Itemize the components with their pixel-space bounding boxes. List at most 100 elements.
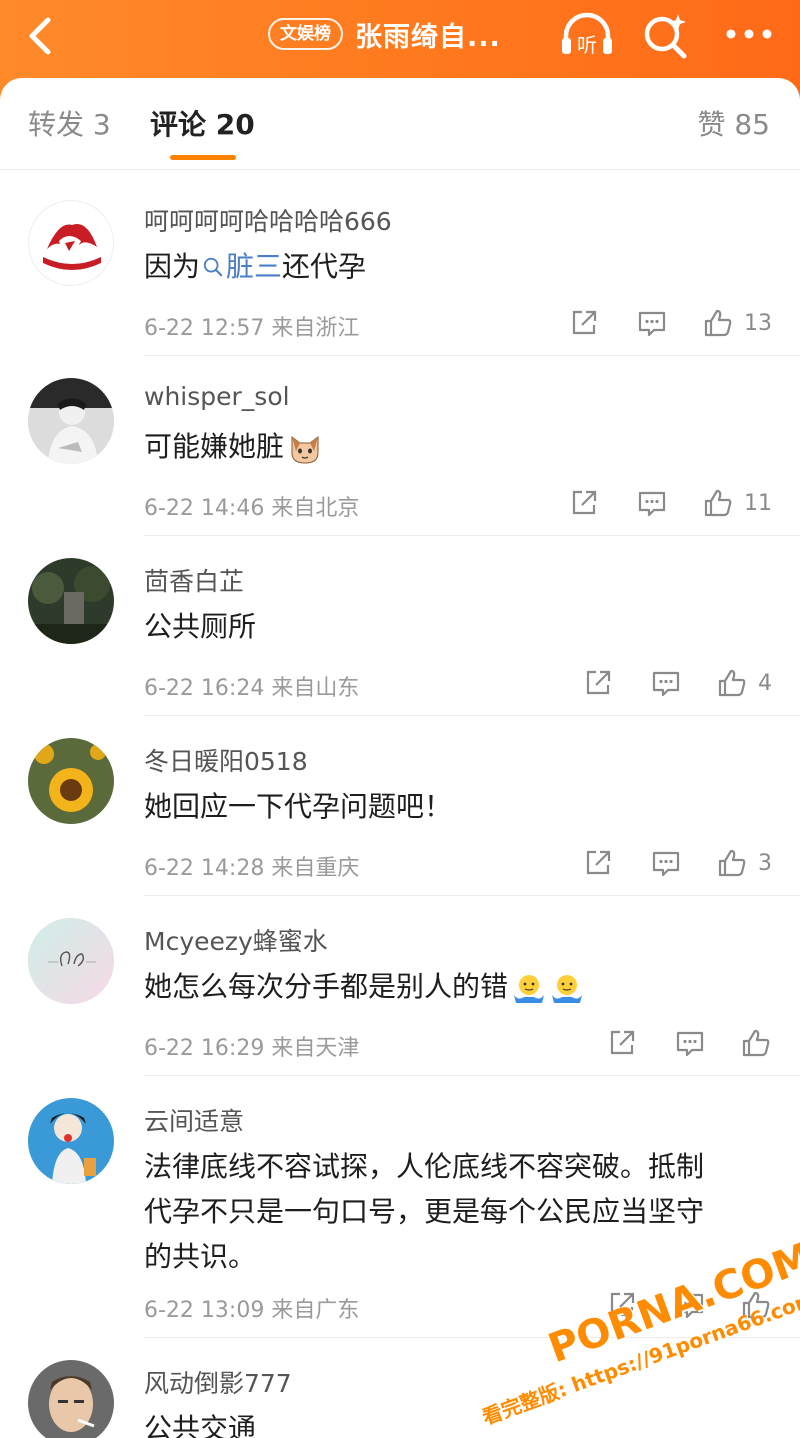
page-title: 张雨绮自... bbox=[355, 21, 501, 53]
comment-text-suffix: 还代孕 bbox=[282, 250, 367, 283]
comment-text-line: 的共识。 bbox=[144, 1240, 257, 1273]
username[interactable]: Mcyeezy蜂蜜水 bbox=[144, 922, 328, 958]
comment-item: 呵呵呵呵哈哈哈哈666 因为 脏三还代孕 6-22 12:57 来自浙江 13 bbox=[0, 172, 800, 356]
tab-likes[interactable]: 赞 85 bbox=[697, 108, 770, 142]
like-count: 11 bbox=[744, 490, 772, 516]
listen-label: 听 bbox=[577, 33, 597, 57]
reply-button[interactable] bbox=[636, 307, 668, 339]
comment-icon bbox=[638, 311, 666, 337]
comment-icon bbox=[638, 491, 666, 517]
chevron-left-icon bbox=[29, 17, 51, 55]
comment-location: 来自重庆 bbox=[271, 856, 360, 881]
share-button[interactable] bbox=[606, 1289, 638, 1321]
share-button[interactable] bbox=[582, 847, 614, 879]
avatar[interactable] bbox=[28, 1360, 114, 1438]
comment-text: 公共交通 bbox=[144, 1412, 257, 1438]
listen-button[interactable]: 听 bbox=[558, 10, 616, 60]
like-button[interactable]: 4 bbox=[716, 667, 772, 699]
username[interactable]: 冬日暖阳0518 bbox=[144, 742, 308, 778]
share-icon bbox=[572, 310, 597, 335]
username[interactable]: whisper_sol bbox=[144, 382, 290, 411]
like-button[interactable]: 13 bbox=[702, 307, 772, 339]
like-count: 13 bbox=[744, 310, 772, 336]
comment-actions: 13 bbox=[568, 306, 772, 340]
active-tab-indicator bbox=[170, 155, 236, 160]
thumbs-up-icon bbox=[742, 1029, 770, 1057]
thumbs-up-icon bbox=[718, 849, 746, 877]
reply-button[interactable] bbox=[674, 1289, 706, 1321]
tab-comments[interactable]: 评论 20 bbox=[150, 108, 255, 142]
comment-location: 来自天津 bbox=[271, 1036, 360, 1061]
share-icon bbox=[610, 1030, 635, 1055]
thumbs-up-icon bbox=[704, 489, 732, 517]
avatar-image bbox=[28, 1360, 114, 1438]
cat-face-emoji-icon bbox=[291, 436, 319, 464]
username[interactable]: 风动倒影777 bbox=[144, 1364, 292, 1400]
comment-text-line: 代孕不只是一句口号，更是每个公民应当坚守 bbox=[144, 1195, 705, 1228]
avatar-image bbox=[28, 918, 114, 1004]
more-horizontal-icon bbox=[726, 29, 772, 39]
comment-actions: 4 bbox=[582, 666, 772, 700]
comment-text: 她回应一下代孕问题吧！ bbox=[144, 790, 453, 823]
share-button[interactable] bbox=[568, 307, 600, 339]
comment-meta: 6-22 12:57 来自浙江 bbox=[144, 310, 359, 342]
share-button[interactable] bbox=[582, 667, 614, 699]
comment-text: 公共厕所 bbox=[144, 610, 257, 643]
search-icon bbox=[203, 257, 223, 277]
reply-button[interactable] bbox=[650, 847, 682, 879]
comment-meta: 6-22 14:28 来自重庆 bbox=[144, 850, 359, 882]
comment-location: 来自北京 bbox=[271, 496, 360, 521]
avatar-image bbox=[28, 378, 114, 464]
username[interactable]: 云间适意 bbox=[144, 1102, 244, 1138]
avatar-image bbox=[28, 738, 114, 824]
reply-button[interactable] bbox=[636, 487, 668, 519]
comment-item: 茴香白芷 公共厕所 6-22 16:24 来自山东 4 bbox=[0, 536, 800, 716]
avatar[interactable] bbox=[28, 738, 114, 824]
comment-location: 来自广东 bbox=[271, 1298, 360, 1323]
share-button[interactable] bbox=[606, 1027, 638, 1059]
thumbs-up-icon bbox=[742, 1291, 770, 1319]
avatar[interactable] bbox=[28, 200, 114, 286]
comment-actions: 11 bbox=[568, 486, 772, 520]
comment-item: 冬日暖阳0518 她回应一下代孕问题吧！ 6-22 14:28 来自重庆 3 bbox=[0, 716, 800, 896]
avatar[interactable] bbox=[28, 558, 114, 644]
comment-location: 来自山东 bbox=[271, 676, 360, 701]
tab-bar: 转发 3 评论 20 赞 85 bbox=[0, 78, 800, 170]
search-link[interactable]: 脏三 bbox=[200, 250, 282, 283]
avatar[interactable] bbox=[28, 918, 114, 1004]
tab-repost[interactable]: 转发 3 bbox=[28, 108, 111, 142]
back-button[interactable] bbox=[22, 14, 62, 58]
avatar-image bbox=[36, 208, 108, 280]
avatar[interactable] bbox=[28, 378, 114, 464]
comment-item: 云间适意 法律底线不容试探，人伦底线不容突破。抵制 代孕不只是一句口号，更是每个… bbox=[0, 1076, 800, 1338]
comment-time: 6-22 16:24 bbox=[144, 676, 265, 701]
shrug-emoji-icon bbox=[552, 975, 583, 1003]
reply-button[interactable] bbox=[674, 1027, 706, 1059]
comment-item: Mcyeezy蜂蜜水 她怎么每次分手都是别人的错 6-22 16:29 来自天津 bbox=[0, 896, 800, 1076]
search-sparkle-icon bbox=[644, 14, 687, 59]
shrug-emoji-icon bbox=[514, 975, 545, 1003]
like-button[interactable]: 11 bbox=[702, 487, 772, 519]
comment-actions bbox=[606, 1026, 772, 1060]
username[interactable]: 茴香白芷 bbox=[144, 562, 244, 598]
headphones-icon: 听 bbox=[562, 12, 612, 57]
comment-text: 可能嫌她脏 bbox=[144, 424, 784, 469]
comment-actions bbox=[606, 1288, 772, 1322]
search-button[interactable] bbox=[640, 10, 690, 60]
search-link-text[interactable]: 脏三 bbox=[226, 250, 282, 283]
comment-time: 6-22 16:29 bbox=[144, 1036, 265, 1061]
category-tag[interactable]: 文娱榜 bbox=[268, 18, 343, 50]
like-button[interactable]: 3 bbox=[716, 847, 772, 879]
more-button[interactable] bbox=[722, 16, 776, 52]
reply-button[interactable] bbox=[650, 667, 682, 699]
comment-text-body: 可能嫌她脏 bbox=[144, 430, 285, 463]
share-button[interactable] bbox=[568, 487, 600, 519]
share-icon bbox=[586, 850, 611, 875]
avatar[interactable] bbox=[28, 1098, 114, 1184]
like-button[interactable] bbox=[740, 1027, 772, 1059]
comment-icon bbox=[676, 1031, 704, 1057]
username[interactable]: 呵呵呵呵哈哈哈哈666 bbox=[144, 202, 392, 238]
like-button[interactable] bbox=[740, 1289, 772, 1321]
comment-meta: 6-22 13:09 来自广东 bbox=[144, 1292, 359, 1324]
comment-text-line: 法律底线不容试探，人伦底线不容突破。抵制 bbox=[144, 1150, 705, 1183]
